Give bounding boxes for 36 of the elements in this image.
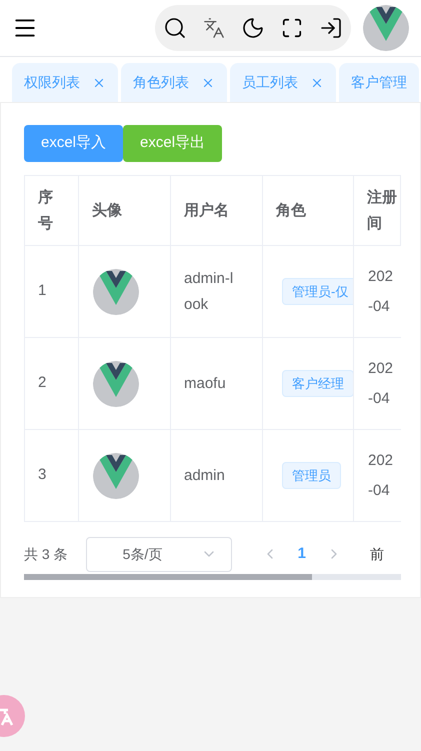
excel-button[interactable]: excel导入 (24, 125, 124, 162)
login-icon[interactable] (319, 16, 343, 40)
avatar (93, 268, 139, 314)
tab[interactable]: 员工列表 (230, 63, 336, 102)
avatar (93, 452, 139, 498)
column-header: 注册 间 (367, 188, 397, 234)
column-header: 头像 (92, 200, 122, 220)
avatar (363, 5, 409, 51)
table-cell-text: 1 (38, 281, 46, 302)
table-cell-text: admin (184, 466, 225, 486)
goto-label: 前 (370, 544, 384, 564)
search-icon[interactable] (163, 16, 187, 40)
tab[interactable]: 客户管理 (339, 63, 419, 102)
moon-icon[interactable] (241, 16, 265, 40)
role-tag: 客户经理 (282, 370, 353, 398)
translate-icon[interactable] (203, 17, 225, 39)
column-header: 用户名 (184, 200, 229, 220)
table-cell-text: 202 -04 (368, 266, 394, 316)
excel-button[interactable]: excel导出 (123, 125, 222, 162)
table-cell-text: admin-l ook (184, 268, 234, 314)
role-tag: 管理员-仅 (282, 278, 353, 306)
role-tag: 管理员 (282, 462, 341, 490)
tab[interactable]: 权限列表 (12, 63, 118, 102)
table-cell-text: 202 -04 (368, 450, 394, 500)
page-size-select[interactable]: 5条/页 (86, 536, 232, 572)
table-cell-text: 2 (38, 373, 46, 394)
fullscreen-icon[interactable] (281, 17, 303, 39)
table-cell-text: maofu (184, 374, 226, 394)
column-header: 角色 (276, 200, 306, 220)
table-cell-text: 202 -04 (368, 358, 394, 408)
avatar (93, 360, 139, 406)
table-cell-text: 3 (38, 465, 46, 486)
tab[interactable]: 角色列表 (121, 63, 227, 102)
column-header: 序 号 (38, 188, 53, 234)
page-number[interactable]: 1 (298, 542, 306, 566)
total-count: 共 3 条 (24, 544, 68, 564)
